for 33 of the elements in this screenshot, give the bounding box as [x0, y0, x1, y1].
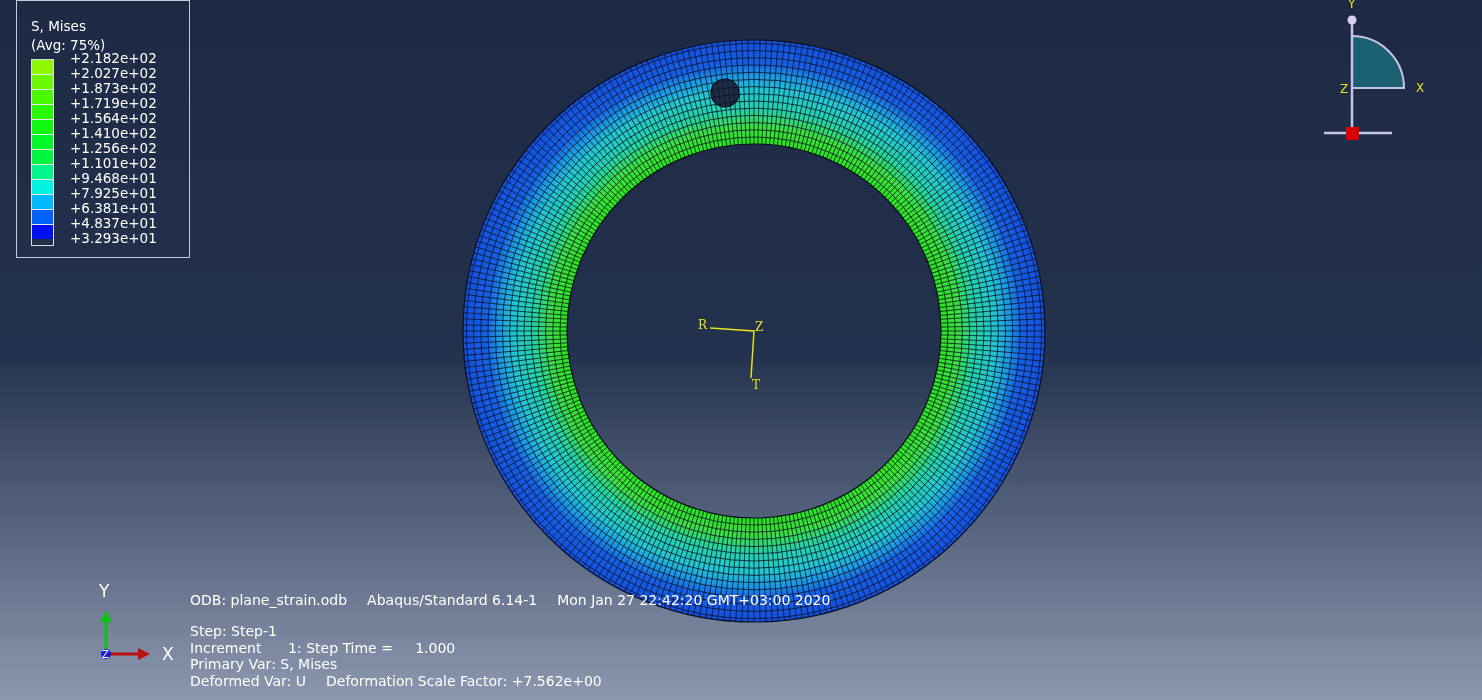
info-text: Primary Var: S, Mises	[190, 656, 339, 673]
axis-label: Z	[1340, 82, 1349, 96]
info-text: Increment 1: Step Time = 1.000	[190, 639, 457, 656]
local-coordinate-axes-drawing	[709, 327, 755, 379]
legend-value: +6.381e+01	[69, 201, 157, 216]
info-text: Abaqus/Standard 6.14-1	[367, 591, 538, 610]
legend-subtitle: (Avg: 75%)	[31, 36, 106, 53]
legend-value: +2.182e+02	[69, 51, 157, 66]
global-axis-triad-drawing	[100, 611, 150, 660]
info-text: ODB: plane_strain.odb	[190, 591, 348, 610]
legend-value: +2.027e+02	[69, 66, 157, 81]
legend-value: +3.293e+01	[69, 231, 157, 246]
axis-label: X	[162, 644, 174, 664]
axis-label: Z	[755, 320, 764, 334]
axis-label: T	[752, 378, 760, 392]
legend-title: S, Mises	[31, 17, 87, 36]
legend-value: +4.837e+01	[69, 216, 157, 231]
info-text: Deformation Scale Factor: +7.562e+00	[326, 672, 602, 689]
info-text: Deformed Var: U	[190, 672, 306, 689]
legend-value: +7.925e+01	[69, 186, 157, 201]
axis-label: Y	[99, 581, 110, 601]
axis-label: R	[698, 318, 708, 332]
legend-value: +1.719e+02	[69, 96, 157, 111]
legend-value: +1.101e+02	[69, 156, 157, 171]
axis-label: X	[1416, 81, 1425, 95]
info-text: Step: Step-1	[190, 623, 278, 640]
legend-value: +1.873e+02	[69, 81, 157, 96]
legend-value: +1.256e+02	[69, 141, 157, 156]
legend-value: +1.564e+02	[69, 111, 157, 126]
axis-label: Z	[102, 649, 109, 660]
legend-value: +1.410e+02	[69, 126, 157, 141]
axis-label: Y	[1348, 0, 1356, 11]
legend-value: +9.468e+01	[69, 171, 157, 186]
